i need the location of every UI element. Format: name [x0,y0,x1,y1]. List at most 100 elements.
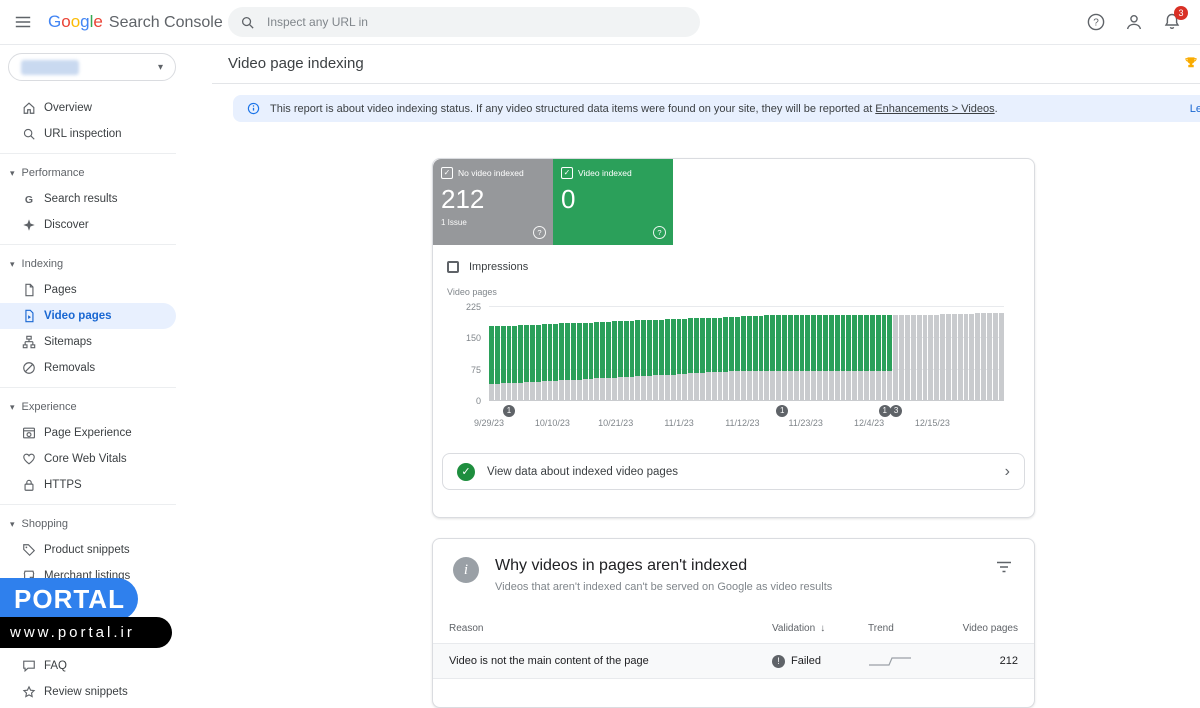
sort-descending-icon[interactable]: ↓ [820,623,825,634]
chart-bar[interactable] [805,302,810,401]
notifications-bell-icon[interactable]: 3 [1162,12,1182,32]
chart-bar[interactable] [823,302,828,401]
chart-bar[interactable] [729,302,734,401]
sidebar-item-url-inspection[interactable]: URL inspection [0,121,176,147]
issue-marker[interactable]: 1 [503,405,515,417]
chart-bar[interactable] [735,302,740,401]
url-inspect-searchbar[interactable] [228,7,700,37]
chart-bar[interactable] [559,302,564,401]
issue-marker[interactable]: 1 [776,405,788,417]
chart-bar[interactable] [964,302,969,401]
chart-bar[interactable] [829,302,834,401]
chart-bar[interactable] [969,302,974,401]
sidebar-item-search-results[interactable]: G Search results [0,186,176,212]
chart-bar[interactable] [583,302,588,401]
sidebar-section-experience[interactable]: ▾ Experience [0,394,176,420]
chart-bar[interactable] [565,302,570,401]
chart-bar[interactable] [776,302,781,401]
chart-bar[interactable] [542,302,547,401]
chart-bar[interactable] [495,302,500,401]
chart-bar[interactable] [700,302,705,401]
column-validation[interactable]: Validation ↓ [772,623,868,634]
sidebar-item-https[interactable]: HTTPS [0,472,176,498]
chart-bar[interactable] [618,302,623,401]
issue-marker[interactable]: 3 [890,405,902,417]
chart-bar[interactable] [659,302,664,401]
url-inspect-input[interactable] [265,14,688,30]
chart-bar[interactable] [782,302,787,401]
menu-icon[interactable] [14,12,34,32]
sidebar-item-faq[interactable]: FAQ [0,653,176,679]
sidebar-section-indexing[interactable]: ▾ Indexing [0,251,176,277]
checkbox-checked-icon[interactable]: ✓ [561,167,573,179]
enhancements-videos-link[interactable]: Enhancements > Videos [875,103,994,115]
chart-bar[interactable] [571,302,576,401]
chart-bar[interactable] [923,302,928,401]
chart-bar[interactable] [993,302,998,401]
chart-bar[interactable] [682,302,687,401]
chart-bar[interactable] [934,302,939,401]
chart-bar[interactable] [694,302,699,401]
column-trend[interactable]: Trend [868,623,960,634]
chart-bar[interactable] [899,302,904,401]
chart-bar[interactable] [647,302,652,401]
chart-bar[interactable] [905,302,910,401]
sidebar-item-product-snippets[interactable]: Product snippets [0,537,176,563]
chart-bar[interactable] [852,302,857,401]
chart-bar[interactable] [841,302,846,401]
chart-bar[interactable] [917,302,922,401]
chart-bar[interactable] [952,302,957,401]
chart-bar[interactable] [747,302,752,401]
chart-bar[interactable] [606,302,611,401]
chart-bar[interactable] [501,302,506,401]
chart-bar[interactable] [811,302,816,401]
chart-bar[interactable] [835,302,840,401]
chart-bar[interactable] [928,302,933,401]
checkbox-checked-icon[interactable]: ✓ [441,167,453,179]
chart-bar[interactable] [999,302,1004,401]
chart-bar[interactable] [677,302,682,401]
chart-bar[interactable] [635,302,640,401]
sidebar-item-pages[interactable]: Pages [0,277,176,303]
chart-bar[interactable] [518,302,523,401]
sidebar-item-video-pages[interactable]: Video pages [0,303,176,329]
account-icon[interactable] [1124,12,1144,32]
chart-bar[interactable] [753,302,758,401]
column-reason[interactable]: Reason [449,623,772,634]
tile-no-video-indexed[interactable]: ✓ No video indexed 212 1 Issue ? [433,159,553,245]
chart-bar[interactable] [489,302,494,401]
chart-bar[interactable] [800,302,805,401]
chart-bar[interactable] [858,302,863,401]
chart-bar[interactable] [981,302,986,401]
sidebar-section-shopping[interactable]: ▾ Shopping [0,511,176,537]
chart-bar[interactable] [548,302,553,401]
chart-bar[interactable] [577,302,582,401]
learn-more-link[interactable]: Learn more [1160,103,1200,115]
help-icon[interactable]: ? [1086,12,1106,32]
chart-bar[interactable] [788,302,793,401]
filter-icon[interactable] [994,557,1014,577]
chart-bar[interactable] [507,302,512,401]
chart-bar[interactable] [759,302,764,401]
view-indexed-data-row[interactable]: ✓ View data about indexed video pages › [442,453,1025,490]
chart-bar[interactable] [770,302,775,401]
sidebar-item-review-snippets[interactable]: Review snippets [0,679,176,705]
help-question-icon[interactable]: ? [653,226,666,239]
chart-bar[interactable] [864,302,869,401]
chart-bar[interactable] [612,302,617,401]
chart-bar[interactable] [870,302,875,401]
chart-bar[interactable] [524,302,529,401]
chart-bar[interactable] [764,302,769,401]
help-question-icon[interactable]: ? [533,226,546,239]
chart-bar[interactable] [817,302,822,401]
chart-bar[interactable] [958,302,963,401]
chart-bar[interactable] [946,302,951,401]
chart-bar[interactable] [940,302,945,401]
chart-bar[interactable] [846,302,851,401]
chart-bar[interactable] [665,302,670,401]
impressions-toggle[interactable]: Impressions [447,261,1034,273]
sidebar-item-page-experience[interactable]: Page Experience [0,420,176,446]
chart-bar[interactable] [911,302,916,401]
property-selector[interactable]: ▾ [8,53,176,81]
trophy-icon[interactable] [1184,56,1198,70]
